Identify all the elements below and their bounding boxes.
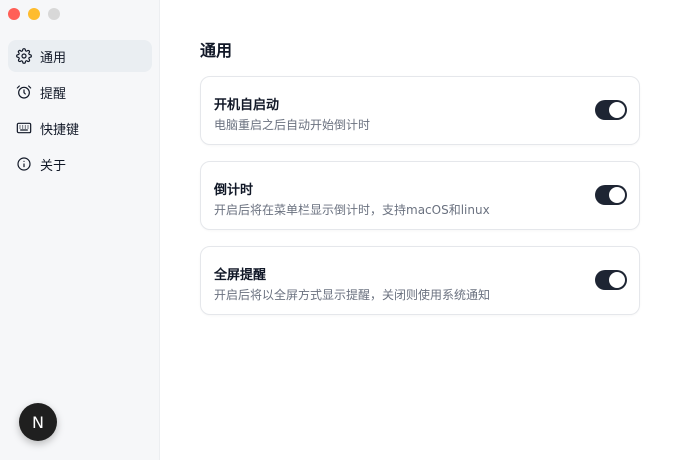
alarm-clock-icon — [16, 84, 32, 100]
autostart-toggle[interactable] — [595, 100, 627, 120]
maximize-window-button[interactable] — [48, 8, 60, 20]
setting-card-countdown: 倒计时 开启后将在菜单栏显示倒计时，支持macOS和linux — [200, 161, 640, 230]
sidebar-item-about[interactable]: 关于 — [8, 148, 152, 180]
info-icon — [16, 156, 32, 172]
page-title: 通用 — [200, 41, 233, 60]
countdown-toggle[interactable] — [595, 185, 627, 205]
setting-label: 倒计时 — [214, 183, 254, 198]
app-window: 通用 提醒 快捷键 关于 N 通用 开机自启动 电脑重启之后自动开始倒计时 倒计… — [0, 0, 680, 460]
gear-icon — [16, 48, 32, 64]
main-content: 通用 开机自启动 电脑重启之后自动开始倒计时 倒计时 开启后将在菜单栏显示倒计时… — [160, 0, 680, 460]
sidebar: 通用 提醒 快捷键 关于 N — [0, 0, 160, 460]
setting-label: 全屏提醒 — [214, 268, 267, 283]
fullscreen-reminder-toggle[interactable] — [595, 270, 627, 290]
window-controls — [8, 8, 60, 20]
setting-description: 电脑重启之后自动开始倒计时 — [214, 118, 371, 132]
sidebar-nav: 通用 提醒 快捷键 关于 — [8, 40, 152, 184]
sidebar-item-shortcuts[interactable]: 快捷键 — [8, 112, 152, 144]
avatar-letter: N — [32, 412, 44, 432]
toggle-knob — [609, 187, 625, 203]
toggle-knob — [609, 102, 625, 118]
sidebar-item-label: 通用 — [40, 50, 67, 66]
sidebar-item-label: 关于 — [40, 158, 67, 174]
keyboard-icon — [16, 120, 32, 136]
sidebar-item-general[interactable]: 通用 — [8, 40, 152, 72]
setting-card-autostart: 开机自启动 电脑重启之后自动开始倒计时 — [200, 76, 640, 145]
toggle-knob — [609, 272, 625, 288]
setting-card-fullscreen-reminder: 全屏提醒 开启后将以全屏方式显示提醒，关闭则使用系统通知 — [200, 246, 640, 315]
avatar[interactable]: N — [19, 403, 57, 441]
close-window-button[interactable] — [8, 8, 20, 20]
setting-label: 开机自启动 — [214, 98, 280, 113]
sidebar-item-reminder[interactable]: 提醒 — [8, 76, 152, 108]
minimize-window-button[interactable] — [28, 8, 40, 20]
sidebar-item-label: 提醒 — [40, 86, 67, 102]
sidebar-item-label: 快捷键 — [40, 122, 80, 138]
setting-description: 开启后将在菜单栏显示倒计时，支持macOS和linux — [214, 203, 490, 217]
setting-description: 开启后将以全屏方式显示提醒，关闭则使用系统通知 — [214, 288, 491, 302]
